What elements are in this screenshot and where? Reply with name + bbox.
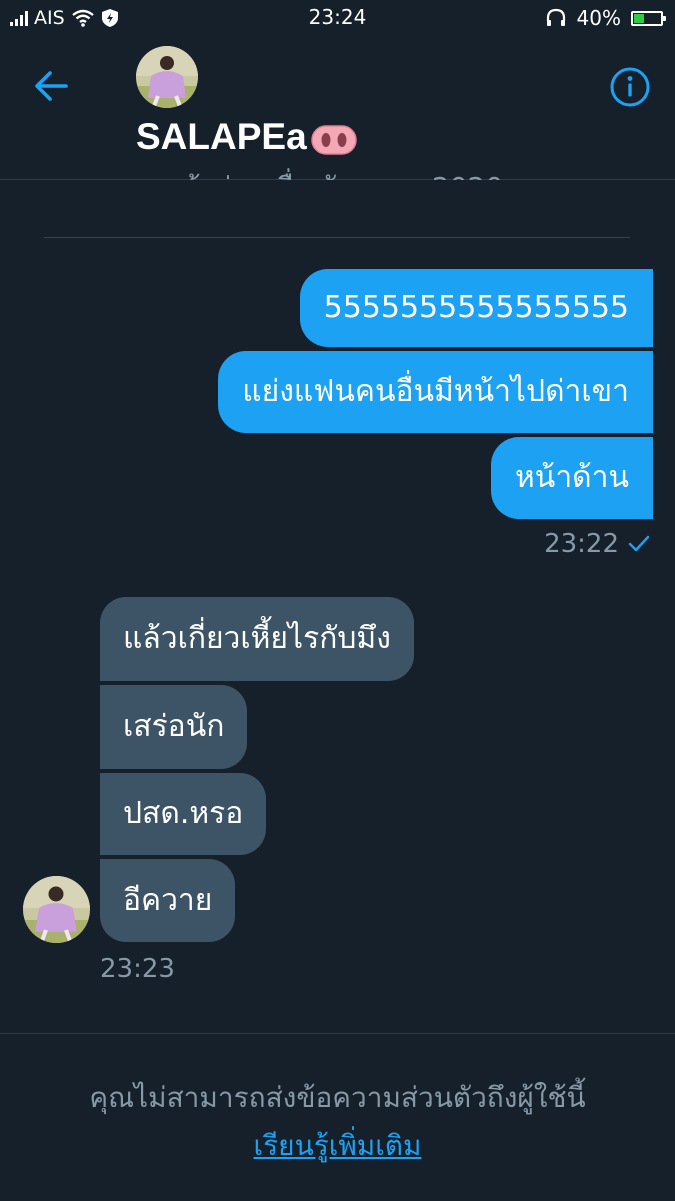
message-text: เสร่อนัก xyxy=(123,709,225,744)
message-text: อีควาย xyxy=(123,882,213,918)
status-bar: AIS 23:24 40% xyxy=(0,0,675,36)
arrow-left-icon xyxy=(35,71,68,101)
learn-more-link[interactable]: เรียนรู้เพิ่มเติม xyxy=(254,1129,422,1162)
message-text: หน้าด้าน xyxy=(515,460,629,495)
outgoing-timestamp: 23:22 xyxy=(544,529,619,559)
incoming-message[interactable]: ปสด.หรอ xyxy=(100,773,267,855)
outgoing-message[interactable]: 5555555555555555 xyxy=(299,269,653,347)
incoming-message[interactable]: แล้วเกี่ยวเหี้ยไรกับมึง xyxy=(100,597,414,681)
contact-name-text: SALAPEa xyxy=(136,116,307,157)
message-text: 5555555555555555 xyxy=(323,290,629,325)
battery-icon xyxy=(631,10,666,26)
status-right: 40% xyxy=(545,5,666,31)
incoming-message[interactable]: อีควาย xyxy=(100,859,236,942)
joined-date-text: เข้าร่วมเมื่อ กันยายน 2020 xyxy=(172,171,503,180)
joined-date: เข้าร่วมเมื่อ กันยายน 2020 xyxy=(0,166,675,180)
divider xyxy=(44,237,630,238)
message-text: ปสด.หรอ xyxy=(123,796,244,831)
contact-name: SALAPEa xyxy=(136,116,357,158)
conversation-header: SALAPEa xyxy=(0,36,675,180)
cannot-message-note: คุณไม่สามารถส่งข้อความส่วนตัวถึงผู้ใช้นี… xyxy=(89,1081,586,1114)
back-button[interactable] xyxy=(32,68,72,104)
info-icon xyxy=(610,67,650,107)
sender-avatar[interactable] xyxy=(23,876,90,943)
headphones-icon xyxy=(546,8,565,26)
info-button[interactable] xyxy=(609,66,651,108)
battery-percent: 40% xyxy=(576,6,621,30)
check-icon xyxy=(628,535,650,552)
header-avatar[interactable] xyxy=(136,46,198,108)
incoming-timestamp: 23:23 xyxy=(100,954,175,984)
outgoing-message[interactable]: แย่งแฟนคนอื่นมีหน้าไปด่าเขา xyxy=(218,351,653,433)
learn-more: เรียนรู้เพิ่มเติม xyxy=(0,1124,675,1168)
pig-nose-emoji xyxy=(310,122,357,155)
outgoing-message[interactable]: หน้าด้าน xyxy=(491,437,653,519)
incoming-message[interactable]: เสร่อนัก xyxy=(100,685,248,769)
message-text: แล้วเกี่ยวเหี้ยไรกับมึง xyxy=(123,621,391,656)
message-text: แย่งแฟนคนอื่นมีหน้าไปด่าเขา xyxy=(242,374,629,409)
dm-restricted-footer: คุณไม่สามารถส่งข้อความส่วนตัวถึงผู้ใช้นี… xyxy=(0,1033,675,1201)
